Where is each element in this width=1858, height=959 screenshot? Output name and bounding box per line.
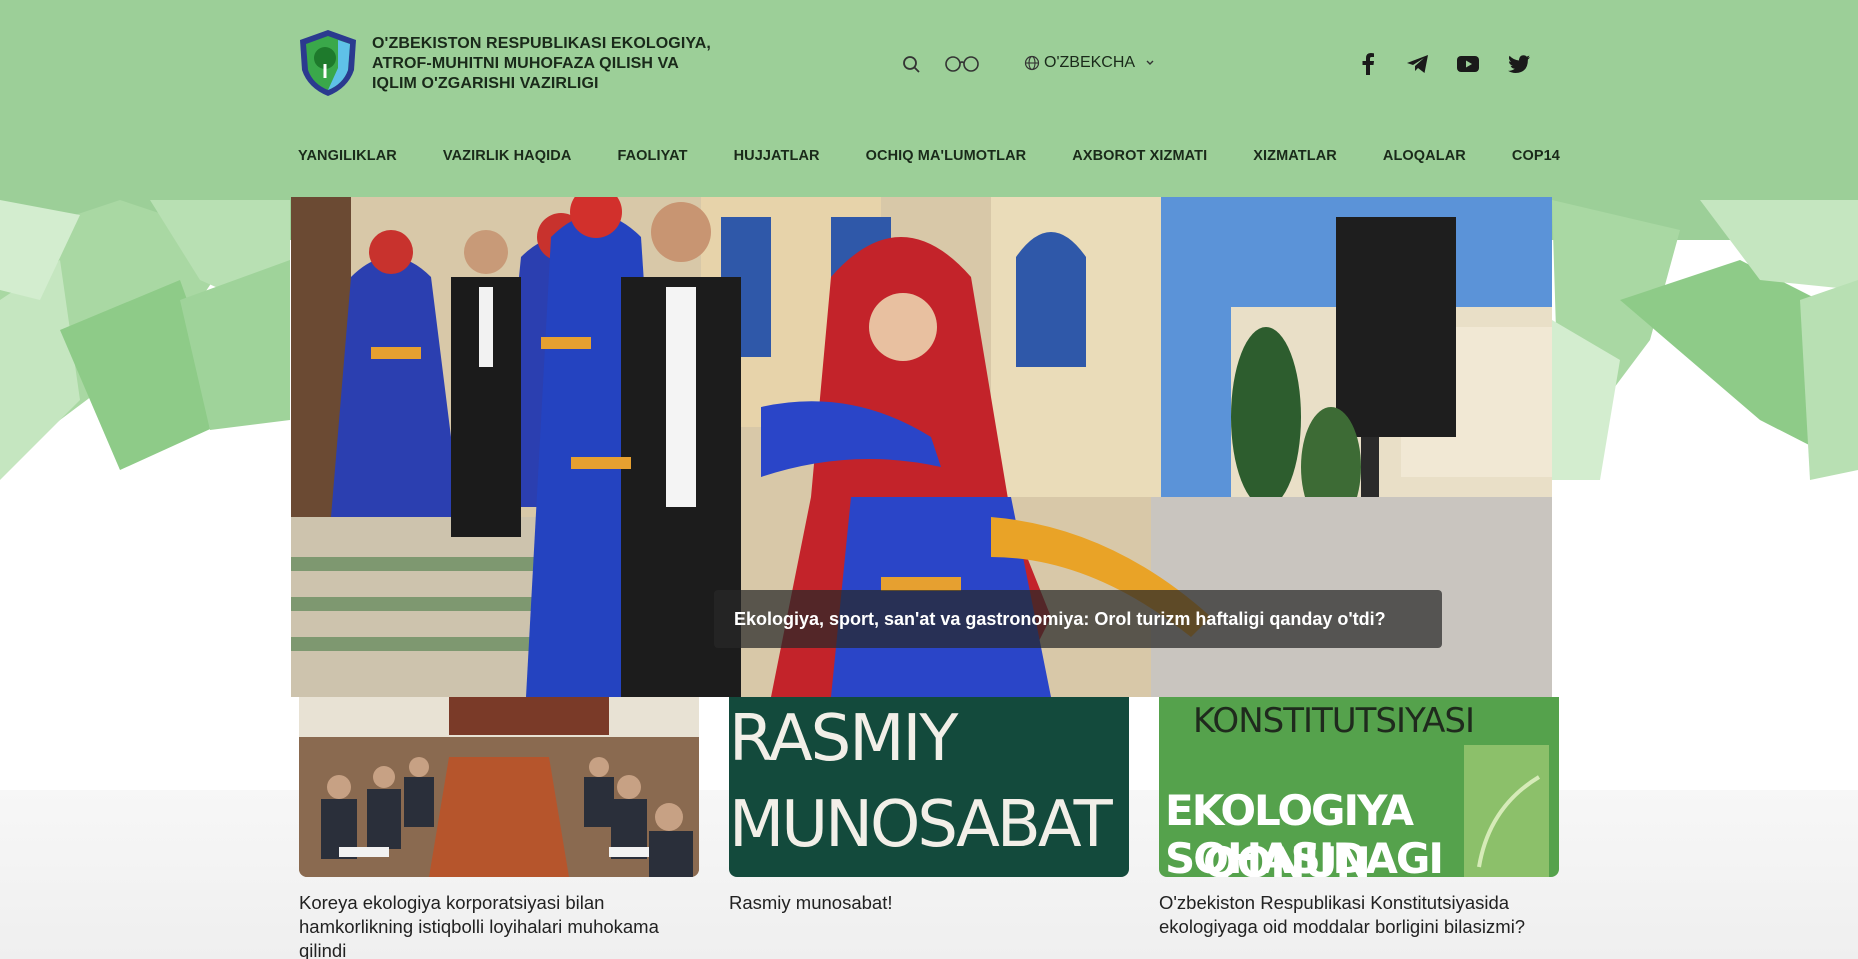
search-icon[interactable] <box>902 52 922 76</box>
news-card-title[interactable]: Koreya ekologiya korporatsiyasi bilan ha… <box>299 891 699 959</box>
news-card-title[interactable]: Rasmiy munosabat! <box>729 891 1129 915</box>
nav-item-hujjatlar[interactable]: HUJJATLAR <box>734 148 820 164</box>
hero-caption[interactable]: Ekologiya, sport, san'at va gastronomiya… <box>714 590 1442 648</box>
glasses-icon[interactable] <box>943 52 981 76</box>
twitter-icon[interactable] <box>1507 52 1531 76</box>
site-header: O'ZBEKISTON RESPUBLIKASI EKOLOGIYA, ATRO… <box>0 0 1858 196</box>
news-card-image[interactable] <box>299 697 699 877</box>
thumbnail-text: MUNOSABAT <box>729 788 1113 862</box>
thumbnail-text: KONSTITUTSIYASI <box>1193 701 1475 741</box>
thumbnail-text: RASMIY <box>729 702 958 776</box>
thumbnail-text: QONUN MODDALARI <box>1203 838 1371 878</box>
language-select[interactable]: O'ZBEKCHA <box>1024 52 1157 74</box>
ministry-logo[interactable] <box>298 28 358 98</box>
telegram-icon[interactable] <box>1406 52 1430 76</box>
news-card-image[interactable]: KONSTITUTSIYASI EKOLOGIYA SOHASIDAGI QON… <box>1159 697 1559 877</box>
nav-item-vazirlik-haqida[interactable]: VAZIRLIK HAQIDA <box>443 148 572 164</box>
ministry-name-line: ATROF-MUHITNI MUHOFAZA QILISH VA <box>372 55 679 72</box>
chevron-down-icon <box>1146 60 1154 65</box>
nav-item-xizmatlar[interactable]: XIZMATLAR <box>1253 148 1337 164</box>
main-navigation: YANGILIKLAR VAZIRLIK HAQIDA FAOLIYAT HUJ… <box>298 146 1560 166</box>
news-card[interactable]: RASMIY MUNOSABAT Rasmiy munosabat! <box>729 697 1129 915</box>
nav-item-cop14[interactable]: COP14 <box>1512 148 1560 164</box>
ministry-name[interactable]: O'ZBEKISTON RESPUBLIKASI EKOLOGIYA, ATRO… <box>372 34 732 94</box>
globe-icon <box>1024 55 1040 71</box>
ministry-name-line: IQLIM O'ZGARISHI VAZIRLIGI <box>372 75 599 92</box>
ministry-name-line: O'ZBEKISTON RESPUBLIKASI EKOLOGIYA, <box>372 35 711 52</box>
facebook-icon[interactable] <box>1356 52 1380 76</box>
language-label: O'ZBEKCHA <box>1044 54 1136 71</box>
nav-item-yangiliklar[interactable]: YANGILIKLAR <box>298 148 397 164</box>
youtube-icon[interactable] <box>1456 52 1480 76</box>
nav-item-axborot-xizmati[interactable]: AXBOROT XIZMATI <box>1072 148 1207 164</box>
news-card[interactable]: KONSTITUTSIYASI EKOLOGIYA SOHASIDAGI QON… <box>1159 697 1559 939</box>
news-card-title[interactable]: O'zbekiston Respublikasi Konstitutsiyasi… <box>1159 891 1559 939</box>
news-card[interactable]: Koreya ekologiya korporatsiyasi bilan ha… <box>299 697 699 959</box>
nav-item-faoliyat[interactable]: FAOLIYAT <box>617 148 687 164</box>
nav-item-aloqalar[interactable]: ALOQALAR <box>1383 148 1466 164</box>
nav-item-ochiq-malumotlar[interactable]: OCHIQ MA'LUMOTLAR <box>866 148 1027 164</box>
news-card-image[interactable]: RASMIY MUNOSABAT <box>729 697 1129 877</box>
